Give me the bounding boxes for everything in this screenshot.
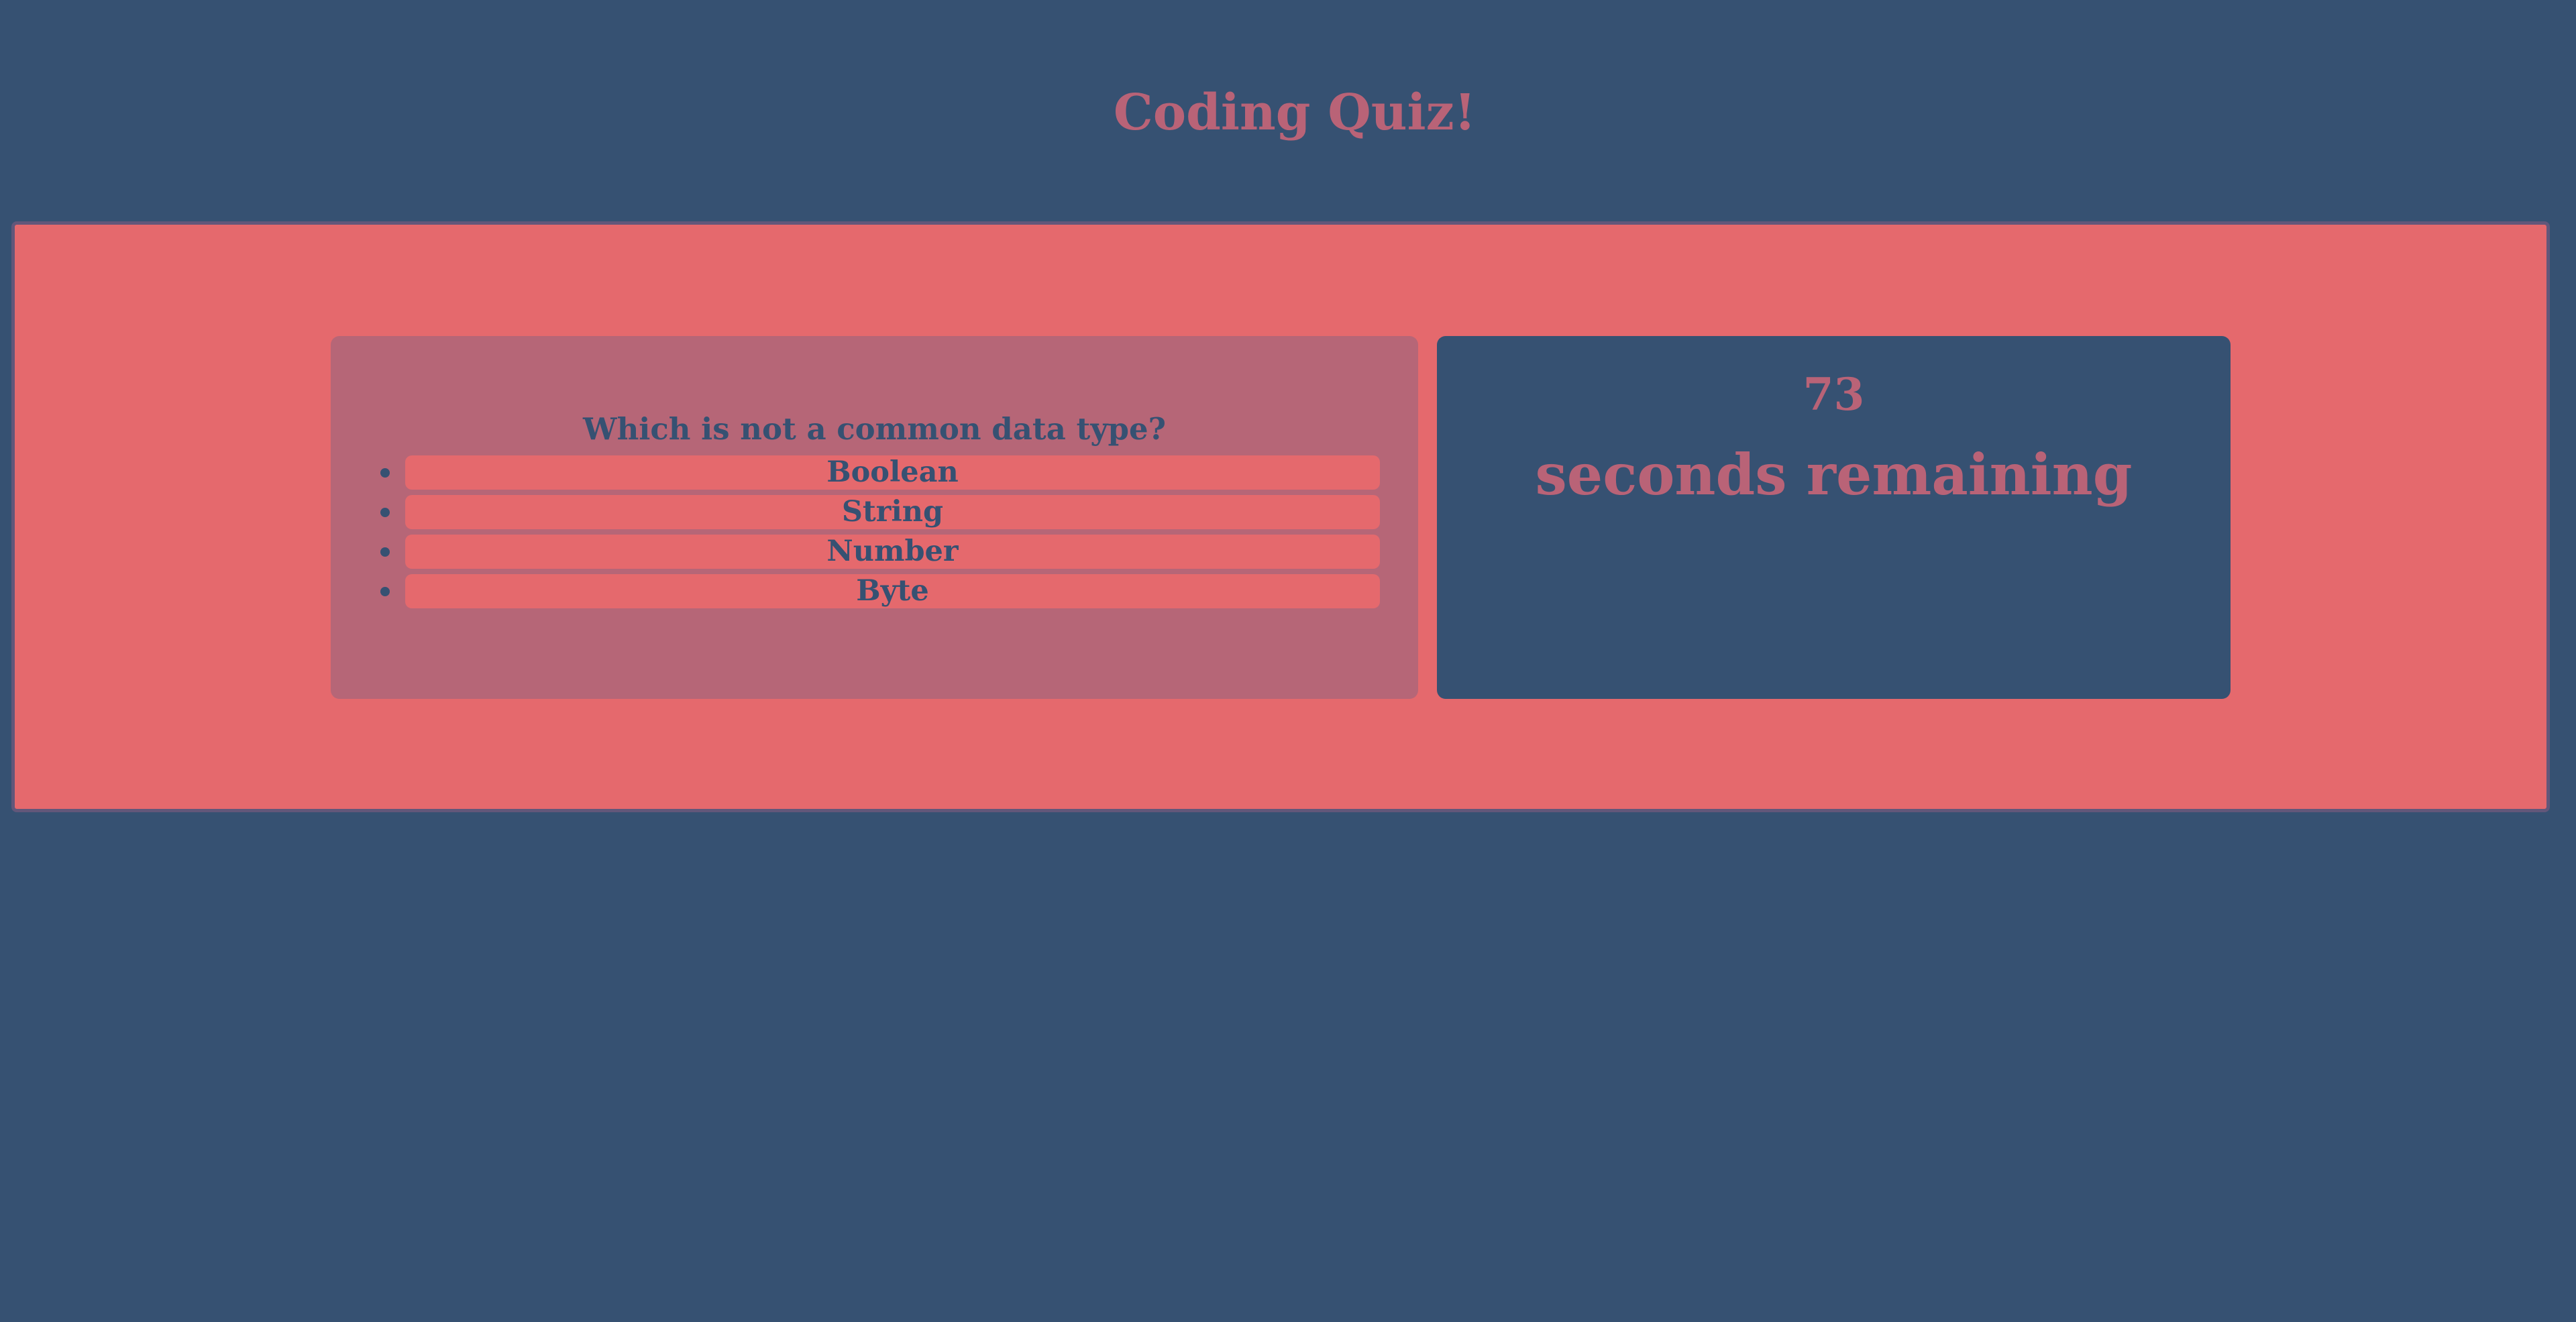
bullet-dot [380,587,390,596]
question-text: Which is not a common data type? [583,411,1166,447]
answer-button-byte[interactable]: Byte [405,574,1380,608]
answer-item: Boolean [331,453,1418,493]
answer-item: String [331,493,1418,533]
question-card: Which is not a common data type? Boolean… [331,336,1418,699]
bullet-dot [380,468,390,478]
quiz-panel: Which is not a common data type? Boolean… [11,221,2550,812]
timer-label: seconds remaining [1535,441,2133,508]
page-title: Coding Quiz! [1113,83,1477,142]
timer-card: 73 seconds remaining [1437,336,2231,699]
answer-item: Byte [331,572,1418,612]
answer-button-boolean[interactable]: Boolean [405,455,1380,490]
bullet-dot [380,547,390,557]
answer-button-string[interactable]: String [405,495,1380,529]
answer-item: Number [331,533,1418,572]
answer-button-number[interactable]: Number [405,535,1380,569]
timer-count: 73 [1803,368,1865,421]
bullet-dot [380,508,390,517]
answer-list: Boolean String Number Byte [331,453,1418,612]
